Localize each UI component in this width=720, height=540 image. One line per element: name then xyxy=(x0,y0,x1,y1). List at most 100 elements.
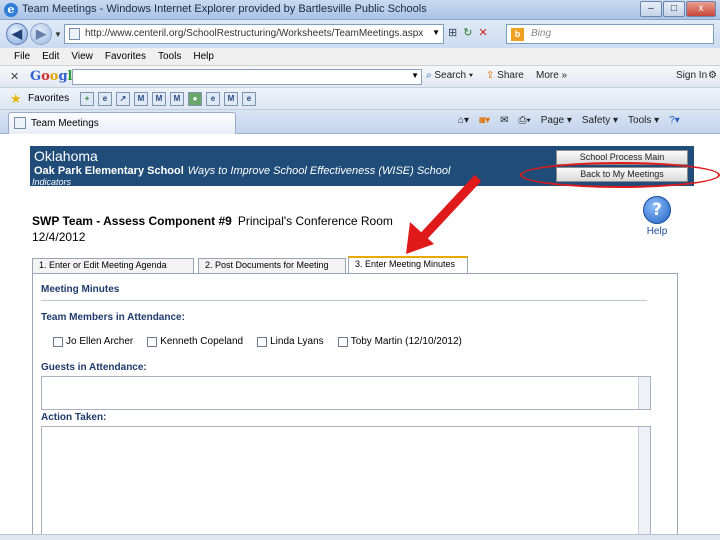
attendance-checkbox[interactable] xyxy=(53,336,63,347)
action-taken-title: Action Taken: xyxy=(41,412,107,423)
wrench-icon[interactable]: ⚙ xyxy=(708,70,717,81)
attendance-item[interactable]: Linda Lyans xyxy=(257,336,324,347)
web-slice-icon[interactable]: ↗ xyxy=(116,92,130,106)
meeting-minutes-title: Meeting Minutes xyxy=(41,284,120,295)
address-url: http://www.centeril.org/SchoolRestructur… xyxy=(85,28,424,39)
google-search-input[interactable]: ▼ xyxy=(72,69,422,85)
favorites-star-icon[interactable]: ★ xyxy=(10,91,22,107)
menu-help[interactable]: Help xyxy=(187,48,220,65)
menu-tools[interactable]: Tools xyxy=(152,48,187,65)
bing-icon: b xyxy=(511,28,524,41)
help-icon: ? xyxy=(643,196,671,224)
menu-edit[interactable]: Edit xyxy=(36,48,65,65)
menu-view[interactable]: View xyxy=(65,48,99,65)
address-dropdown-icon[interactable]: ▼ xyxy=(432,28,440,37)
tab-title: Team Meetings xyxy=(31,118,99,129)
minutes-panel: Meeting Minutes Team Members in Attendan… xyxy=(32,273,678,540)
tools-menu[interactable]: Tools ▾ xyxy=(628,115,659,126)
help-label: Help xyxy=(646,226,668,237)
menu-bar: File Edit View Favorites Tools Help xyxy=(0,48,720,66)
team-members-title: Team Members in Attendance: xyxy=(41,312,185,323)
close-toolbar-icon[interactable]: ✕ xyxy=(10,70,19,83)
meeting-date: 12/4/2012 xyxy=(32,230,86,244)
safety-menu[interactable]: Safety ▾ xyxy=(582,115,618,126)
compatibility-view-icon[interactable]: ⊞ xyxy=(448,26,457,39)
action-taken-textarea[interactable] xyxy=(41,426,651,540)
scrollbar[interactable] xyxy=(638,427,650,540)
page-title: SWP Team - Assess Component #9 Principal'… xyxy=(32,214,393,228)
search-box[interactable]: b Bing xyxy=(506,24,714,44)
favorites-bar: ★ Favorites + e ↗ M M M ● e M e xyxy=(0,88,720,110)
stop-icon[interactable]: ✕ xyxy=(478,26,487,39)
suggested-sites-icon[interactable]: e xyxy=(98,92,112,106)
annotation-ellipse xyxy=(520,162,720,188)
add-favorite-icon[interactable]: + xyxy=(80,92,94,106)
sign-in-link[interactable]: Sign In xyxy=(676,70,707,81)
google-search-dropdown-icon[interactable]: ▼ xyxy=(411,71,419,80)
forward-button[interactable]: ▶ xyxy=(30,23,52,45)
state-name: Oklahoma xyxy=(34,148,98,164)
address-bar[interactable]: http://www.centeril.org/SchoolRestructur… xyxy=(64,24,444,44)
print-icon[interactable]: ⎙▾ xyxy=(519,115,531,126)
attendance-list: Jo Ellen Archer Kenneth Copeland Linda L… xyxy=(53,336,462,347)
home-icon[interactable]: ⌂▾ xyxy=(458,115,469,126)
recent-pages-dropdown-icon[interactable]: ▼ xyxy=(54,30,62,39)
browser-tab[interactable]: Team Meetings xyxy=(8,112,236,134)
menu-file[interactable]: File xyxy=(8,48,36,65)
attendance-checkbox[interactable] xyxy=(257,336,268,347)
back-button[interactable]: ◀ xyxy=(6,23,28,45)
share-icon: ⇪ xyxy=(486,70,495,81)
favorites-label[interactable]: Favorites xyxy=(28,93,69,104)
page-link-icon[interactable]: e xyxy=(206,92,220,106)
help-menu-icon[interactable]: ?▾ xyxy=(669,115,680,126)
globe-icon[interactable]: ● xyxy=(188,92,202,106)
favorite-link-icon[interactable]: M xyxy=(152,92,166,106)
read-mail-icon[interactable]: ✉ xyxy=(500,115,508,126)
search-placeholder: Bing xyxy=(531,28,552,39)
menu-favorites[interactable]: Favorites xyxy=(99,48,152,65)
scrollbar[interactable] xyxy=(638,377,650,409)
page-menu[interactable]: Page ▾ xyxy=(541,115,572,126)
status-bar xyxy=(0,534,720,540)
favorite-link-icon[interactable]: M xyxy=(134,92,148,106)
google-toolbar: ✕ Google ▼ ⌕ Search ▾ ⇪ Share More » Sig… xyxy=(0,66,720,88)
guests-textarea[interactable] xyxy=(41,376,651,410)
favorite-link-icon[interactable]: M xyxy=(224,92,238,106)
address-actions: ⊞ ↻ ✕ xyxy=(448,26,488,39)
attendance-checkbox[interactable] xyxy=(337,336,348,347)
page-link-icon[interactable]: e xyxy=(242,92,256,106)
title-bar: e Team Meetings - Windows Internet Explo… xyxy=(0,0,720,20)
close-button[interactable]: x xyxy=(686,1,716,17)
meeting-room: Principal's Conference Room xyxy=(237,214,393,228)
magnifier-icon: ⌕ xyxy=(426,70,432,81)
page-content: Oklahoma Oak Park Elementary School Ways … xyxy=(0,134,720,540)
annotation-arrow-icon xyxy=(406,174,482,254)
indicators-label: Indicators xyxy=(32,177,72,187)
more-button[interactable]: More » xyxy=(536,70,567,81)
maximize-button[interactable]: □ xyxy=(663,1,685,17)
google-search-button[interactable]: ⌕ Search ▾ xyxy=(426,70,473,81)
tab-meeting-minutes[interactable]: 3. Enter Meeting Minutes xyxy=(348,256,468,274)
minimize-button[interactable]: – xyxy=(640,1,662,17)
refresh-icon[interactable]: ↻ xyxy=(463,26,472,39)
attendance-item[interactable]: Toby Martin (12/10/2012) xyxy=(337,336,462,347)
address-row: ◀ ▶ ▼ http://www.centeril.org/SchoolRest… xyxy=(0,20,720,48)
command-bar: ⌂▾ ◙▾ ✉ ⎙▾ Page ▾ Safety ▾ Tools ▾ ?▾ xyxy=(458,115,680,126)
favorites-links: + e ↗ M M M ● e M e xyxy=(80,92,256,106)
attendance-item[interactable]: Kenneth Copeland xyxy=(147,336,243,347)
tab-meeting-agenda[interactable]: 1. Enter or Edit Meeting Agenda xyxy=(32,258,194,273)
help-button[interactable]: ? Help xyxy=(640,196,674,237)
page-icon xyxy=(69,28,80,40)
tab-post-documents[interactable]: 2. Post Documents for Meeting xyxy=(198,258,346,273)
feeds-icon[interactable]: ◙▾ xyxy=(479,115,490,126)
attendance-item[interactable]: Jo Ellen Archer xyxy=(53,336,133,347)
favorite-link-icon[interactable]: M xyxy=(170,92,184,106)
ie-logo-icon: e xyxy=(4,3,18,17)
guests-title: Guests in Attendance: xyxy=(41,362,147,373)
attendance-checkbox[interactable] xyxy=(147,336,158,347)
share-button[interactable]: ⇪ Share xyxy=(486,70,524,81)
window-controls: – □ x xyxy=(639,1,716,17)
tab-bar: Team Meetings ⌂▾ ◙▾ ✉ ⎙▾ Page ▾ Safety ▾… xyxy=(0,110,720,134)
page-icon xyxy=(14,117,26,129)
window-title: Team Meetings - Windows Internet Explore… xyxy=(22,3,427,15)
